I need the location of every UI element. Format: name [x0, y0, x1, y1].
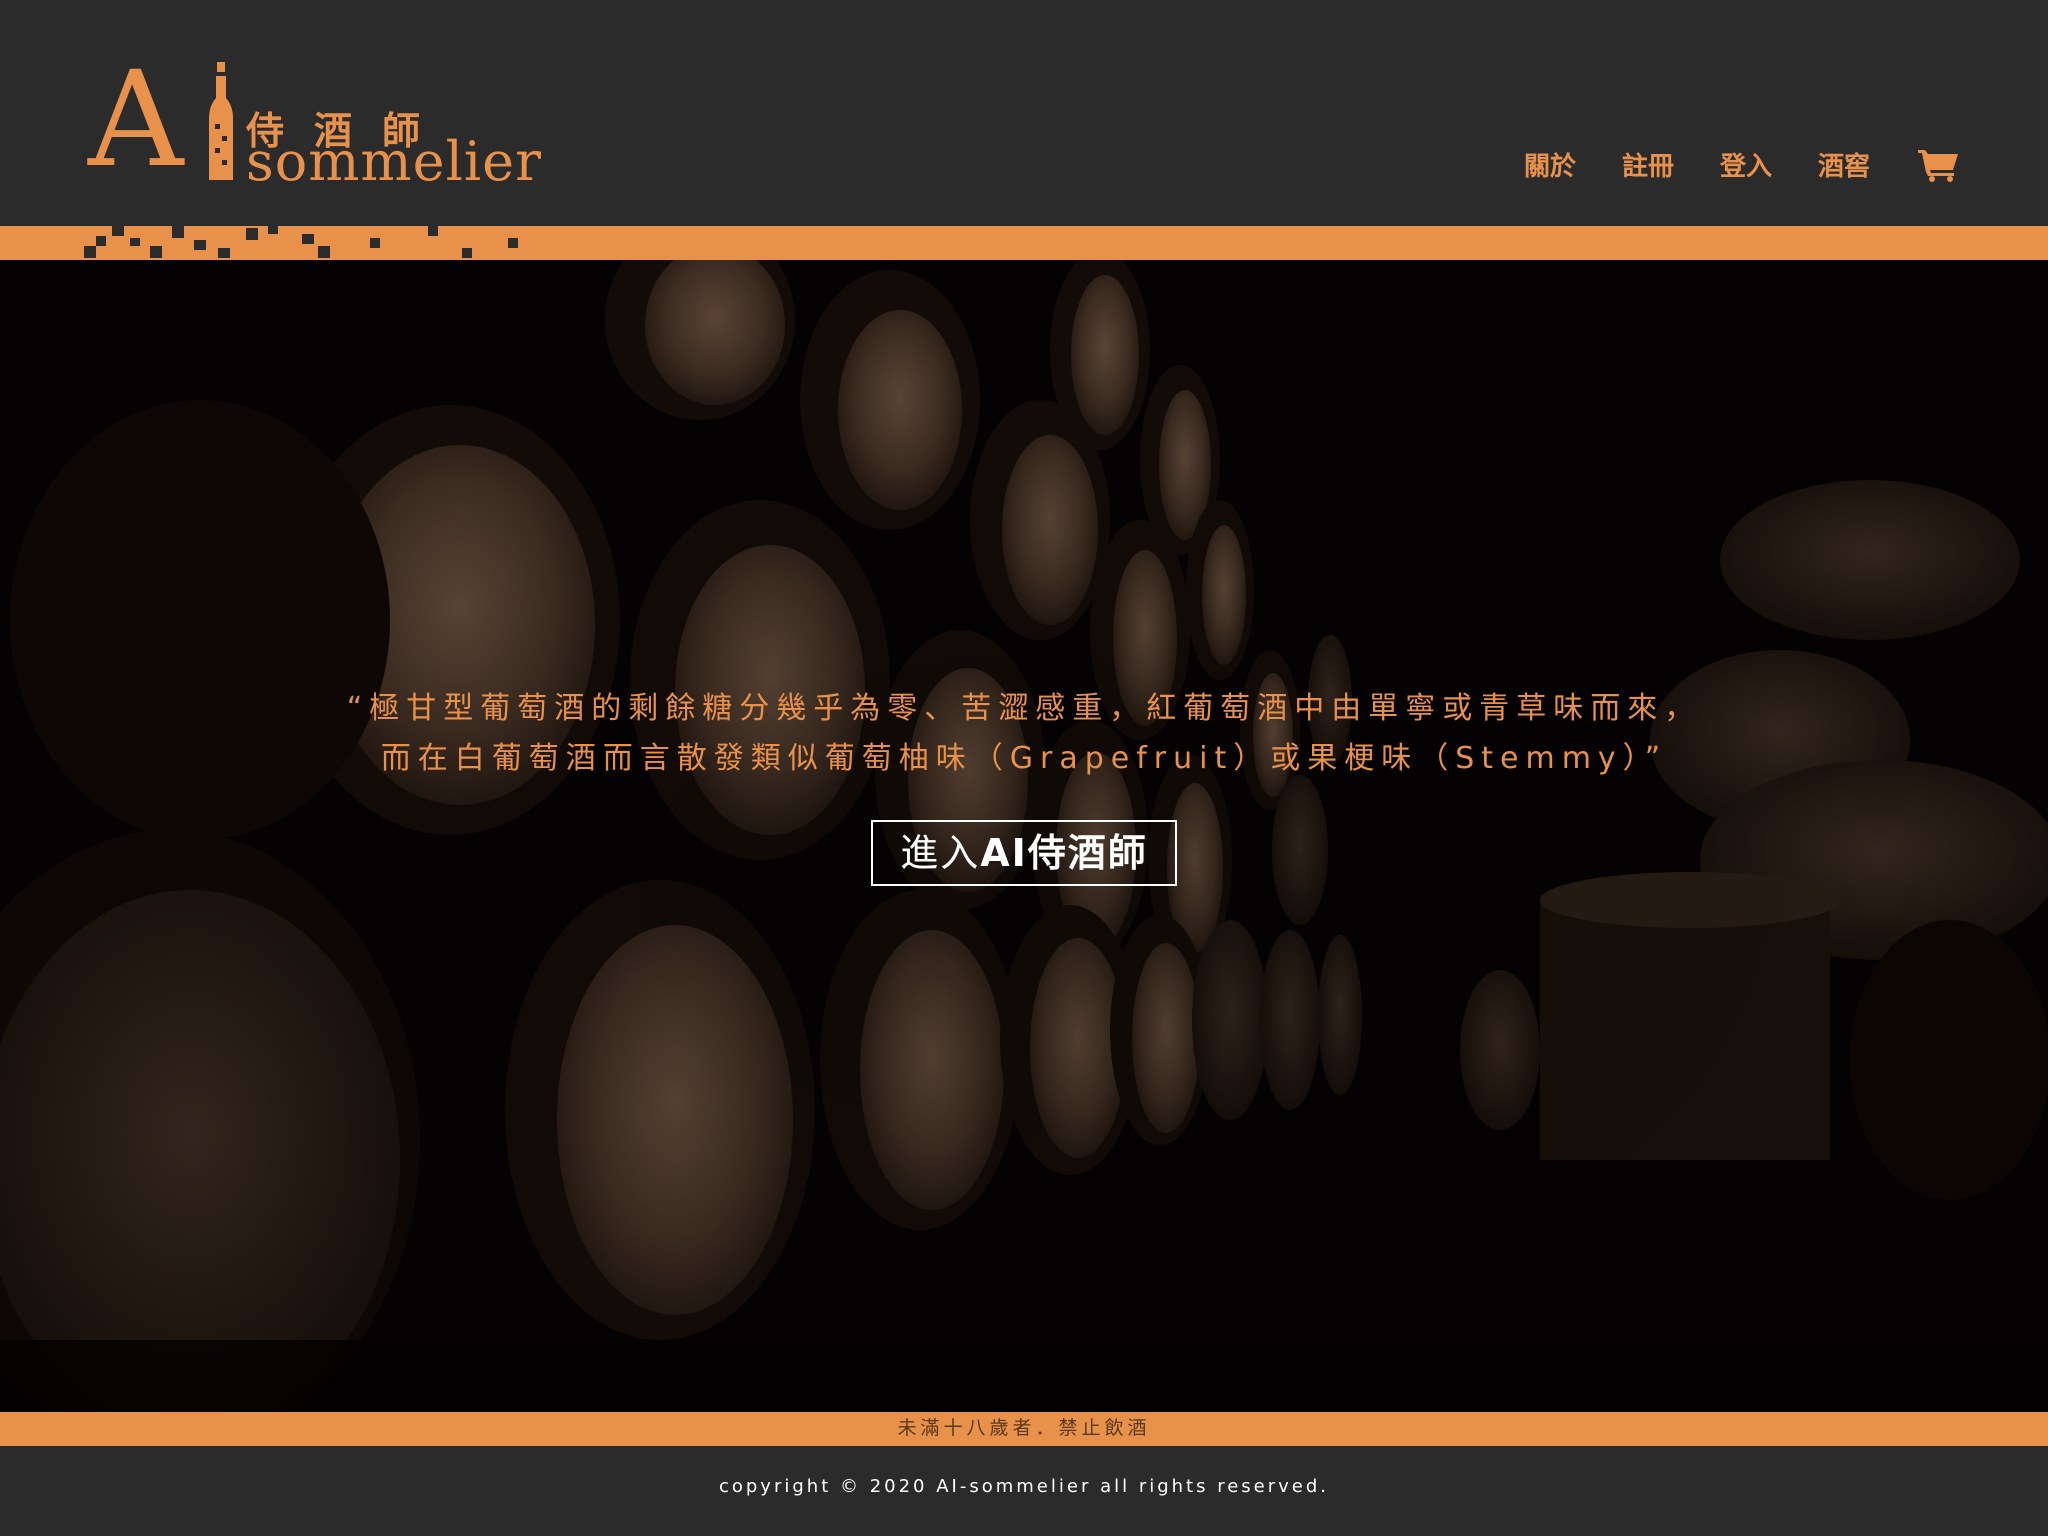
enter-button-brand: AI侍酒師 [980, 831, 1148, 875]
age-warning: 未滿十八歲者．禁止飲酒 [897, 1417, 1151, 1439]
hero-quote-line-2: 而在白葡萄酒而言散發類似葡萄柚味（Grapefruit）或果梗味（Stemmy）… [380, 741, 1668, 776]
hero-quote: “極甘型葡萄酒的剩餘糖分幾乎為零、苦澀感重，紅葡萄酒中由單寧或青草味而來， 而在… [200, 684, 1848, 784]
enter-ai-sommelier-button[interactable]: 進入AI侍酒師 [871, 820, 1177, 886]
logo-mark: A [88, 43, 184, 197]
nav-login[interactable]: 登入 [1720, 146, 1772, 183]
logo-name-en: sommelier [246, 130, 542, 193]
hero-section: “極甘型葡萄酒的剩餘糖分幾乎為零、苦澀感重，紅葡萄酒中由單寧或青草味而來， 而在… [0, 260, 2048, 1412]
nav-register[interactable]: 註冊 [1622, 146, 1674, 183]
enter-button-prefix: 進入 [900, 831, 981, 875]
pixel-pattern-decoration [84, 226, 518, 258]
shopping-cart-icon[interactable] [1918, 148, 1960, 182]
site-logo[interactable]: A 侍酒師 sommelier [88, 43, 541, 197]
nav-about[interactable]: 關於 [1524, 146, 1576, 183]
hero-quote-line-1: “極甘型葡萄酒的剩餘糖分幾乎為零、苦澀感重，紅葡萄酒中由單寧或青草味而來， [346, 691, 1702, 726]
main-nav: 關於 註冊 登入 酒窖 [1478, 146, 1960, 183]
site-header: A 侍酒師 sommelier 關於 註冊 登入 酒窖 [0, 0, 2048, 226]
nav-cellar[interactable]: 酒窖 [1818, 146, 1870, 183]
wine-bottle-icon [209, 62, 233, 180]
copyright-text: copyright © 2020 AI-sommelier all rights… [718, 1476, 1330, 1497]
